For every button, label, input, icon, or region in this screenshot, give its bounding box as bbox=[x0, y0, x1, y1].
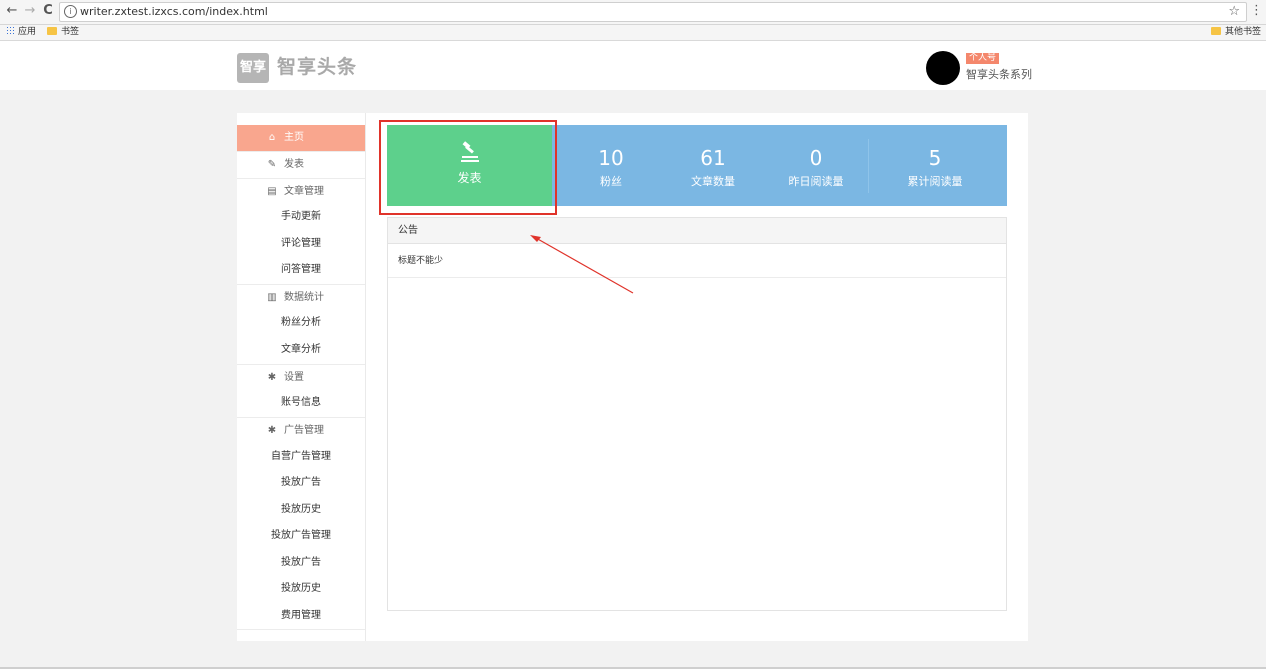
annotation-arrow bbox=[530, 235, 634, 294]
